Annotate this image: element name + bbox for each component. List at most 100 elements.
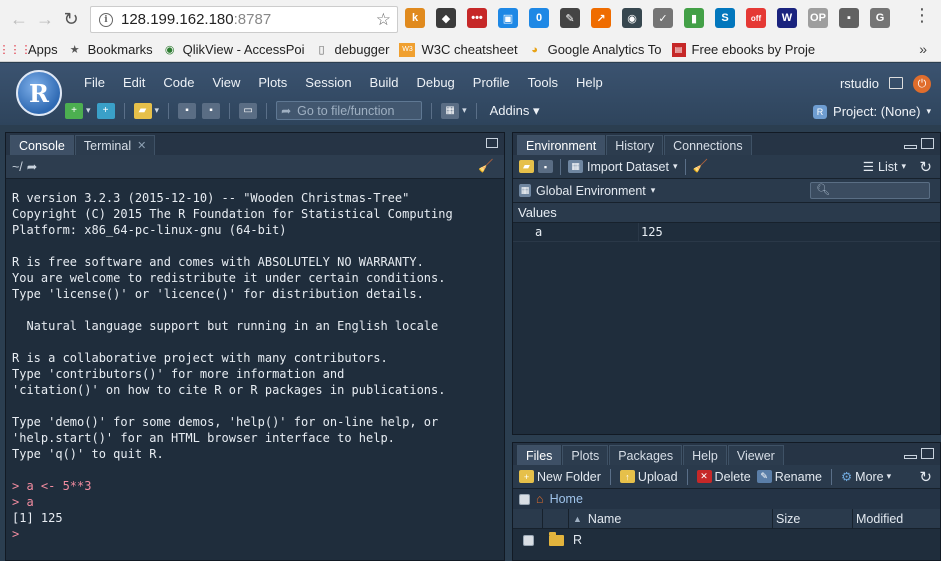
menu-code[interactable]: Code [154,75,203,90]
column-name[interactable]: ▲ Name [569,509,773,528]
menu-debug[interactable]: Debug [407,75,463,90]
bookmark-item[interactable]: ◉ QlikView - AccessPoi [163,42,305,57]
project-menu[interactable]: R Project: (None) ▾ [813,104,931,119]
bookmark-item[interactable]: ◕ Google Analytics To [528,42,661,57]
power-icon[interactable]: ⏻ [913,75,931,93]
file-name[interactable]: R [569,533,582,547]
info-icon[interactable]: i [99,12,113,27]
menu-session[interactable]: Session [296,75,360,90]
file-row[interactable]: R [513,529,940,551]
select-all-checkbox[interactable] [519,493,530,505]
tab-viewer[interactable]: Viewer [727,445,784,465]
console-output[interactable]: R version 3.2.3 (2015-12-10) -- "Wooden … [6,180,504,560]
ext-green-chart-icon[interactable]: ▮ [684,8,704,28]
bookmark-item[interactable]: ▯ debugger [315,42,390,57]
ext-orange-icon[interactable]: ↗ [591,8,611,28]
bookmark-star-icon[interactable]: ☆ [376,10,391,30]
upload-button[interactable]: ↑ Upload [619,470,678,484]
evernote-icon[interactable]: ◆ [436,8,456,28]
goto-dir-icon[interactable]: ➦ [27,159,37,174]
goto-file-input[interactable]: ➦ Go to file/function [276,101,423,120]
row-checkbox[interactable] [522,534,534,546]
apps-bookmark[interactable]: ⋮⋮⋮ Apps [0,42,58,57]
ext-check-icon[interactable]: ✓ [653,8,673,28]
bookmark-item[interactable]: ★ Bookmarks [68,42,153,57]
new-file-icon[interactable]: + [65,102,83,119]
chevron-down-icon[interactable]: ▾ [462,105,467,116]
save-all-icon[interactable]: ▪ [202,102,221,119]
chevron-down-icon[interactable]: ▾ [155,105,160,116]
menu-file[interactable]: File [75,75,114,90]
tab-help[interactable]: Help [683,445,727,465]
new-project-icon[interactable]: + [96,102,115,119]
forward-button[interactable]: → [32,6,58,32]
breadcrumb-home[interactable]: Home [550,492,583,506]
tab-history[interactable]: History [606,135,664,155]
env-search-input[interactable]: 🔍︎ [810,182,930,199]
tab-packages[interactable]: Packages [609,445,683,465]
minimize-pane-icon[interactable] [904,455,917,459]
ext-g-icon[interactable]: G [870,8,890,28]
menu-view[interactable]: View [203,75,249,90]
tab-console[interactable]: Console [10,135,74,155]
ext-blue-icon[interactable]: ▣ [498,8,518,28]
ext-red-icon[interactable]: ••• [467,8,487,28]
chrome-menu-icon[interactable]: ⋮ [913,6,931,24]
refresh-icon[interactable]: ↻ [919,468,932,486]
tab-connections[interactable]: Connections [664,135,752,155]
tab-environment[interactable]: Environment [517,135,606,155]
tab-terminal[interactable]: Terminal ✕ [74,135,156,155]
list-view-button[interactable]: ☰ List ▾ [863,159,906,175]
reload-button[interactable]: ↻ [58,6,84,32]
bookmark-item[interactable]: ▤ Free ebooks by Proje [671,42,815,57]
broom-icon[interactable]: 🧹 [693,159,709,174]
k-icon[interactable]: k [405,8,425,28]
back-button[interactable]: ← [6,6,32,32]
clear-console-icon[interactable]: 🧹 [478,159,494,174]
refresh-icon[interactable]: ↻ [919,158,932,176]
tab-plots[interactable]: Plots [562,445,609,465]
print-icon[interactable]: ▭ [239,102,258,119]
menu-plots[interactable]: Plots [249,75,296,90]
maximize-pane-icon[interactable] [921,138,934,149]
open-workspace-icon[interactable]: ▰ [519,160,534,173]
env-variable-row[interactable]: a 125 [513,223,940,242]
ext-s-icon[interactable]: S [715,8,735,28]
grid-layout-icon[interactable]: ▦ [441,102,460,119]
ext-op-icon[interactable]: OP [808,8,828,28]
bookmark-item[interactable]: W3 W3C cheatsheet [399,42,518,57]
import-dataset-button[interactable]: ▦ Import Dataset ▾ [568,160,678,174]
menu-tools[interactable]: Tools [519,75,567,90]
sign-out-icon[interactable] [889,77,903,89]
tab-files[interactable]: Files [517,445,562,465]
rename-button[interactable]: ✎ Rename [756,470,822,484]
addins-menu[interactable]: Addins ▾ [490,103,540,119]
delete-button[interactable]: ✕ Delete [696,470,751,484]
column-modified[interactable]: Modified [853,509,940,528]
ext-w-icon[interactable]: W [777,8,797,28]
menu-profile[interactable]: Profile [464,75,519,90]
home-icon[interactable]: ⌂ [536,492,544,506]
chevron-down-icon[interactable]: ▾ [86,105,91,116]
new-folder-button[interactable]: + New Folder [519,470,601,484]
ext-gray-icon[interactable]: ▪ [839,8,859,28]
save-icon[interactable]: ▪ [178,102,197,119]
more-menu[interactable]: ⚙ More ▾ [841,469,891,485]
menu-edit[interactable]: Edit [114,75,154,90]
global-env-menu[interactable]: ▦ Global Environment ▾ [519,184,655,198]
minimize-pane-icon[interactable] [904,145,917,149]
close-icon[interactable]: ✕ [137,139,146,152]
address-bar[interactable]: i 128.199.162.180:8787 ☆ [90,6,398,33]
maximize-pane-icon[interactable] [921,448,934,459]
ext-badge-icon[interactable]: 0 [529,8,549,28]
ext-dark-icon[interactable]: ◉ [622,8,642,28]
console-prompt[interactable]: > [12,526,498,542]
ext-off-icon[interactable]: off [746,8,766,28]
menu-help[interactable]: Help [567,75,612,90]
open-file-icon[interactable]: ▰ [133,102,152,119]
save-workspace-icon[interactable]: ▪ [538,160,553,173]
dropper-icon[interactable]: ✎ [560,8,580,28]
column-size[interactable]: Size [773,509,853,528]
more-bookmarks-icon[interactable]: » [919,41,927,57]
menu-build[interactable]: Build [361,75,408,90]
